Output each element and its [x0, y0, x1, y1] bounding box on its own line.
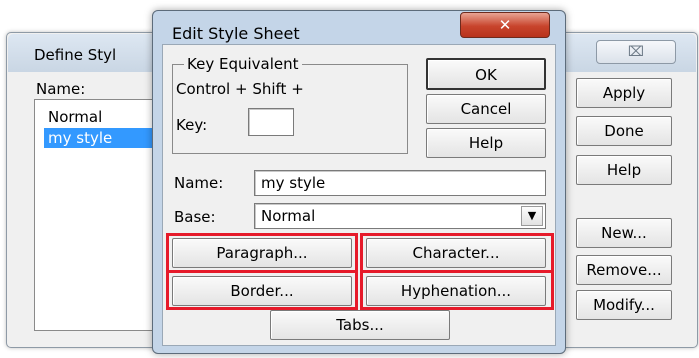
- key-label: Key:: [176, 116, 208, 134]
- apply-button[interactable]: Apply: [576, 78, 672, 108]
- modify-button[interactable]: Modify...: [576, 290, 672, 320]
- define-styles-close-icon[interactable]: ⌧: [596, 40, 676, 64]
- highlight-paragraph: [166, 233, 358, 273]
- ok-button[interactable]: OK: [426, 58, 546, 90]
- highlight-border: [166, 270, 358, 310]
- name-input[interactable]: my style: [254, 170, 546, 196]
- base-label: Base:: [174, 208, 216, 226]
- key-modifier-text: Control + Shift +: [176, 80, 304, 98]
- remove-button[interactable]: Remove...: [576, 255, 672, 285]
- help-button-define[interactable]: Help: [576, 155, 672, 185]
- done-button[interactable]: Done: [576, 116, 672, 146]
- style-list-item-normal[interactable]: Normal: [44, 107, 106, 127]
- define-styles-title: Define Styl: [34, 46, 117, 64]
- key-equivalent-legend: Key Equivalent: [184, 55, 302, 73]
- define-styles-name-label: Name:: [36, 80, 86, 98]
- cancel-button[interactable]: Cancel: [426, 94, 546, 124]
- base-select-value: Normal: [261, 207, 316, 225]
- edit-style-sheet-title: Edit Style Sheet: [172, 24, 300, 43]
- highlight-hyphenation: [360, 270, 554, 310]
- style-list-item-my-style[interactable]: my style: [44, 128, 164, 148]
- new-button[interactable]: New...: [576, 218, 672, 248]
- name-label: Name:: [174, 174, 224, 192]
- base-select[interactable]: Normal ▼: [254, 203, 546, 229]
- highlight-character: [360, 233, 554, 273]
- chevron-down-icon[interactable]: ▼: [521, 206, 543, 226]
- tabs-button[interactable]: Tabs...: [270, 310, 450, 340]
- key-input[interactable]: [248, 108, 294, 136]
- dialog-close-icon[interactable]: ✕: [460, 12, 550, 38]
- help-button[interactable]: Help: [426, 128, 546, 158]
